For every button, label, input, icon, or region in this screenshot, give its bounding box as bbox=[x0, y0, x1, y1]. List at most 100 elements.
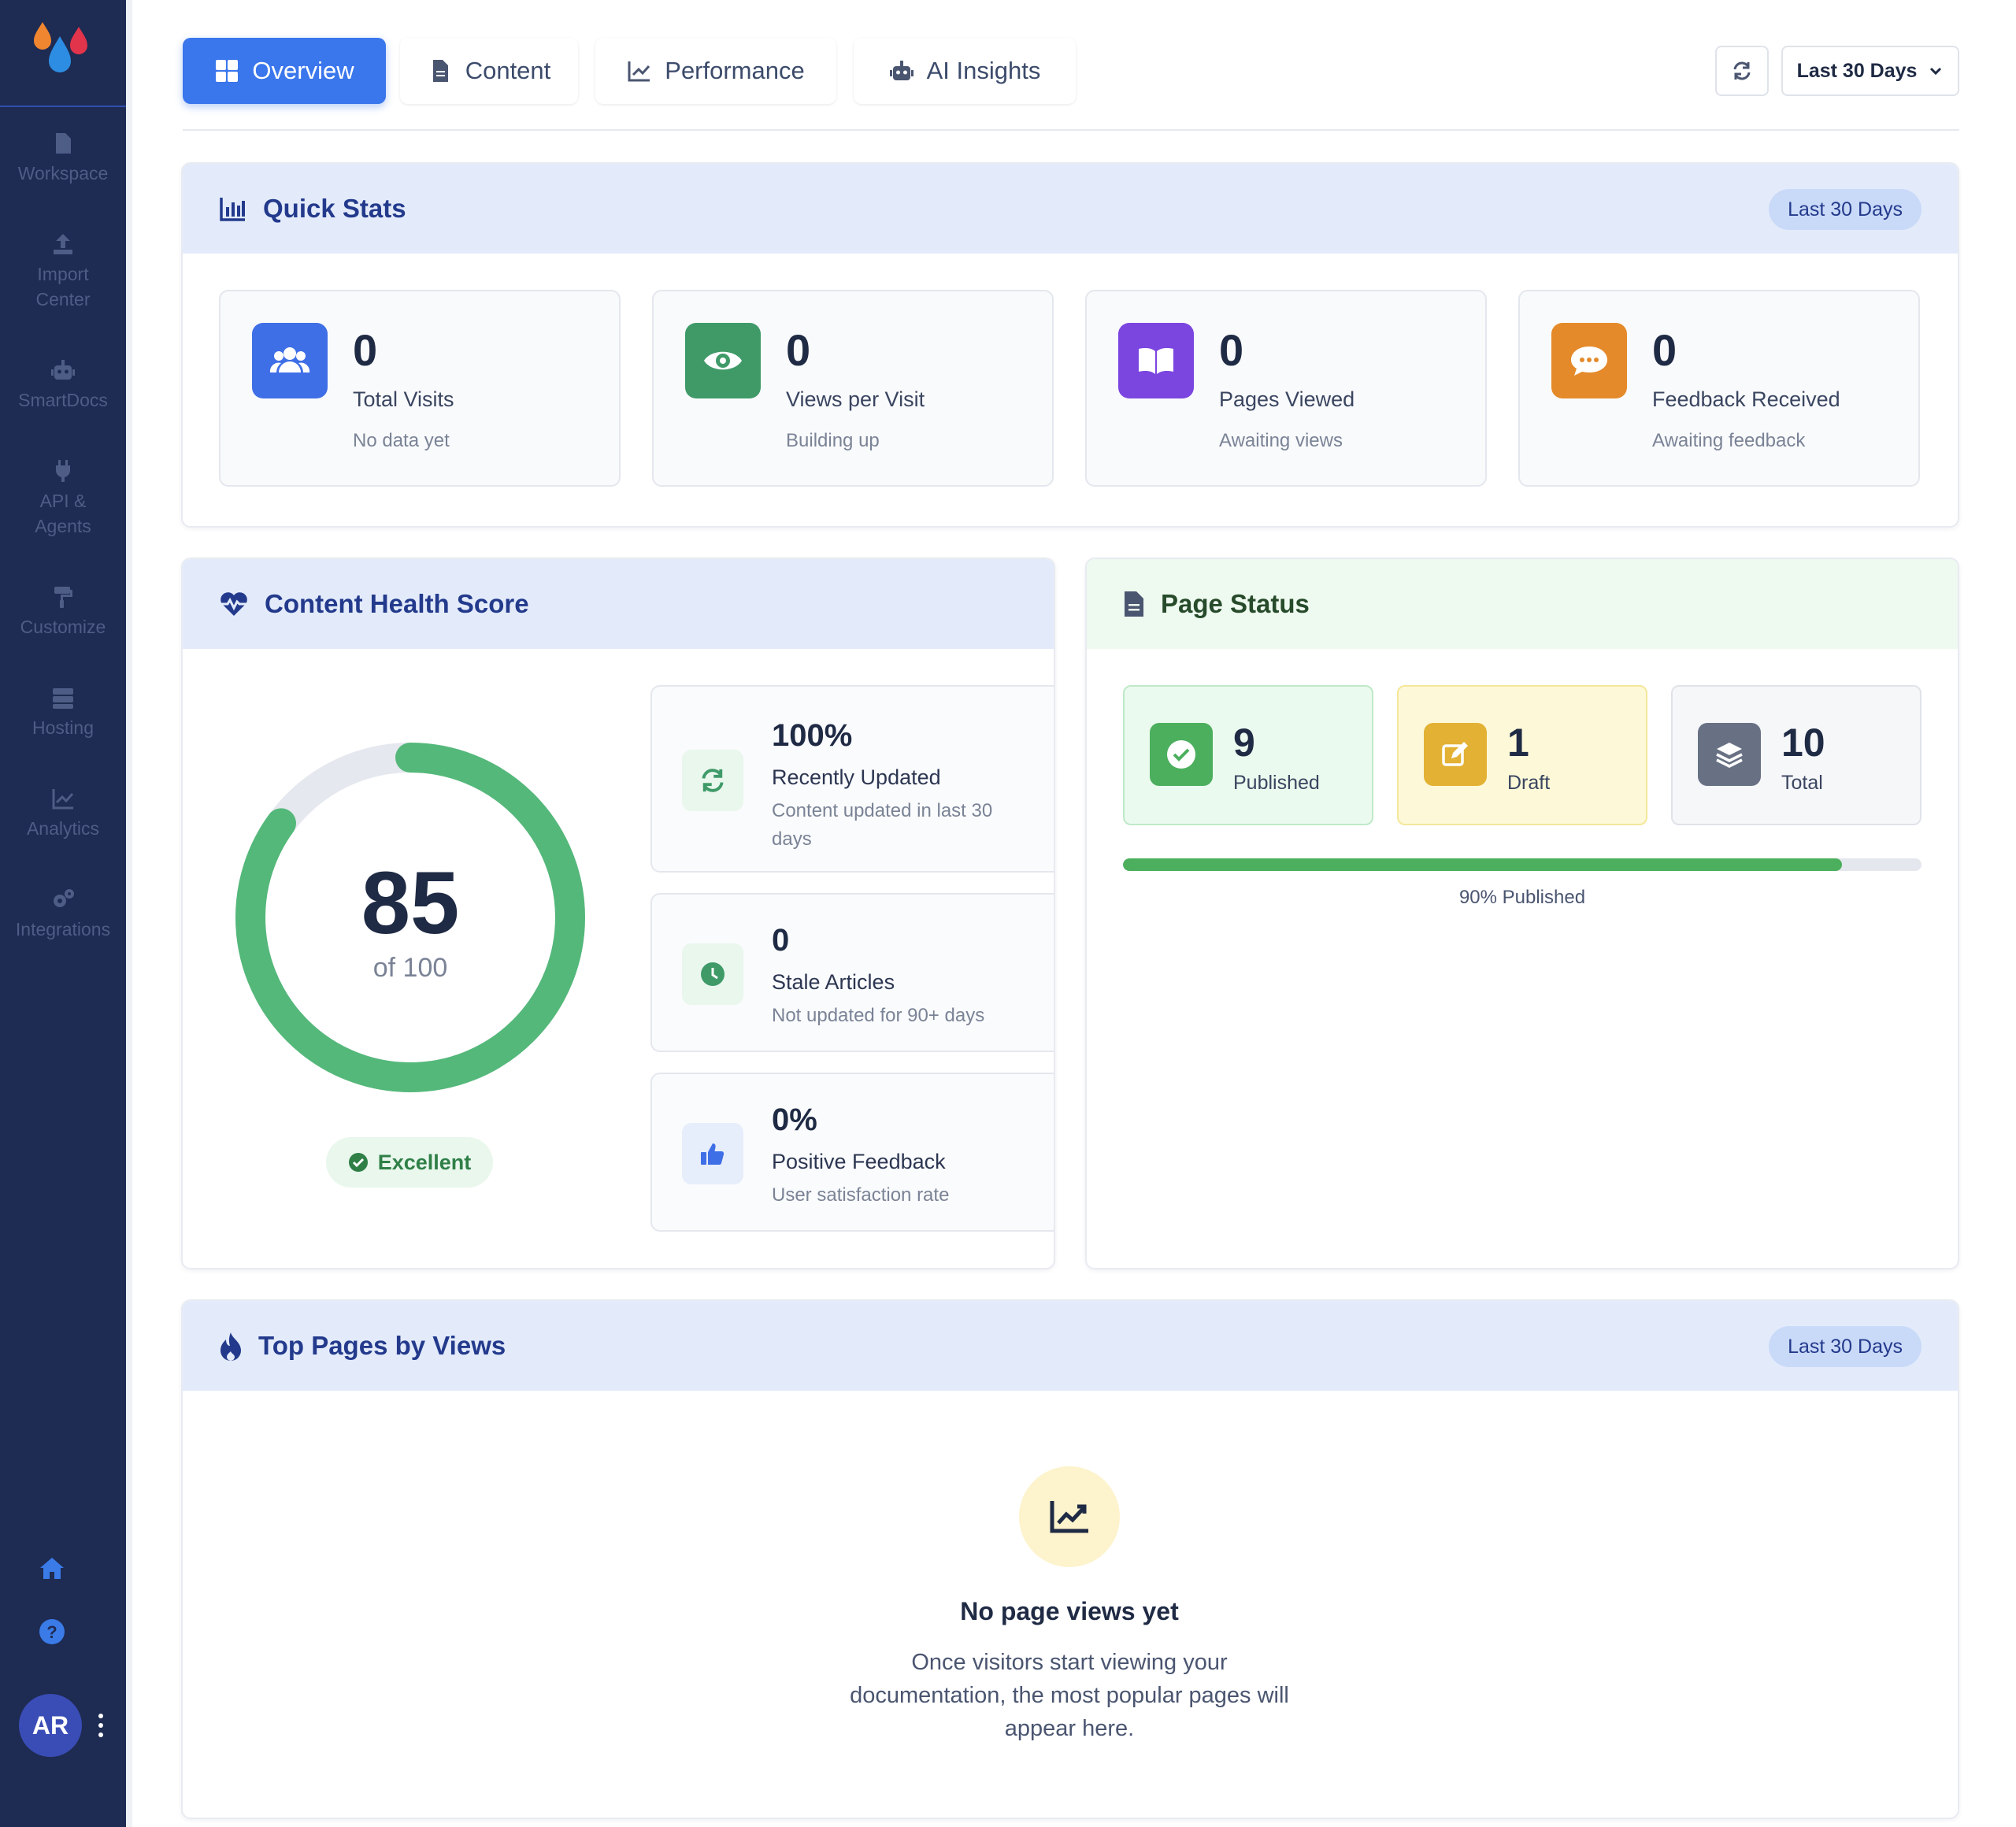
main-content: Overview Content Performance AI Insights… bbox=[132, 0, 2016, 1827]
page-status-title: Page Status bbox=[1161, 589, 1310, 618]
tab-overview[interactable]: Overview bbox=[183, 38, 386, 104]
metric-positive-feedback: 0% Positive Feedback User satisfaction r… bbox=[650, 1073, 1054, 1232]
plug-icon bbox=[55, 460, 71, 482]
sidebar-item-hosting[interactable]: Hosting bbox=[0, 685, 126, 740]
tab-label: Performance bbox=[665, 57, 805, 84]
quick-stats-header: Quick Stats bbox=[183, 164, 1958, 254]
tab-label: Overview bbox=[252, 57, 354, 84]
thumbs-up-icon bbox=[682, 1123, 743, 1184]
top-pages-panel: Top Pages by Views Last 30 Days No page … bbox=[181, 1299, 1959, 1819]
layers-icon bbox=[1698, 723, 1761, 786]
metric-value: 0 bbox=[772, 923, 790, 958]
stat-card-pages-viewed: 0 Pages Viewed Awaiting views bbox=[1085, 290, 1487, 487]
date-range-select[interactable]: Last 30 Days bbox=[1781, 46, 1959, 96]
page-status-panel: Page Status 9 Published 1 Draft 10 Total… bbox=[1085, 558, 1959, 1269]
tab-label: Content bbox=[465, 57, 551, 84]
robot-icon bbox=[889, 61, 914, 80]
stat-subtext: No data yet bbox=[353, 430, 450, 451]
metric-label: Recently Updated bbox=[772, 765, 941, 789]
edit-icon bbox=[1424, 723, 1487, 786]
document-icon bbox=[56, 133, 71, 154]
status-count: 1 bbox=[1507, 721, 1529, 765]
empty-state-title: No page views yet bbox=[960, 1597, 1179, 1625]
top-pages-title: Top Pages by Views bbox=[258, 1331, 506, 1360]
tab-performance[interactable]: Performance bbox=[595, 38, 836, 104]
health-status-badge: Excellent bbox=[326, 1137, 493, 1188]
check-circle-icon bbox=[348, 1153, 368, 1172]
sidebar-item-workspace[interactable]: Workspace bbox=[0, 131, 126, 186]
sidebar-item-smartdocs[interactable]: SmartDocs bbox=[0, 358, 126, 413]
sidebar-item-label: Hosting bbox=[32, 717, 94, 738]
top-pages-range-badge: Last 30 Days bbox=[1769, 1326, 1922, 1367]
quick-stats-range-badge: Last 30 Days bbox=[1769, 189, 1922, 230]
page-status-header: Page Status bbox=[1087, 559, 1958, 649]
quick-stats-title: Quick Stats bbox=[263, 194, 406, 223]
chart-line-icon bbox=[628, 61, 650, 82]
status-card-draft: 1 Draft bbox=[1397, 685, 1647, 825]
stat-label: Pages Viewed bbox=[1219, 387, 1355, 411]
metric-subtext: Content updated in last 30 days bbox=[772, 800, 993, 850]
metric-subtext: Not updated for 90+ days bbox=[772, 1005, 985, 1026]
content-health-title: Content Health Score bbox=[265, 589, 529, 618]
empty-state-text: Once visitors start viewing your documen… bbox=[850, 1650, 1289, 1741]
status-count: 9 bbox=[1233, 721, 1255, 765]
sidebar-item-integrations[interactable]: Integrations bbox=[0, 887, 126, 942]
grid-icon bbox=[216, 60, 239, 82]
avatar[interactable]: AR bbox=[19, 1694, 82, 1757]
tab-content[interactable]: Content bbox=[400, 38, 578, 104]
stat-subtext: Awaiting views bbox=[1219, 430, 1343, 451]
eye-icon bbox=[685, 323, 761, 398]
published-progress-fill bbox=[1123, 858, 1842, 871]
sidebar-item-label: Import Center bbox=[35, 264, 91, 309]
fire-icon bbox=[220, 1332, 241, 1361]
home-icon[interactable] bbox=[38, 1555, 66, 1583]
heartbeat-icon bbox=[220, 592, 247, 616]
sidebar-item-label: Analytics bbox=[26, 818, 100, 839]
chart-bar-icon bbox=[220, 198, 245, 221]
status-card-total: 10 Total bbox=[1671, 685, 1922, 825]
stat-label: Total Visits bbox=[353, 387, 454, 411]
content-health-panel: Content Health Score 85 of 100 Excellent… bbox=[181, 558, 1055, 1269]
stat-card-views-per-visit: 0 Views per Visit Building up bbox=[652, 290, 1054, 487]
book-open-icon bbox=[1118, 323, 1194, 398]
status-count: 10 bbox=[1781, 721, 1825, 765]
sidebar-divider bbox=[126, 0, 132, 1827]
top-pages-header: Top Pages by Views bbox=[183, 1301, 1958, 1391]
metric-stale-articles: 0 Stale Articles Not updated for 90+ day… bbox=[650, 893, 1054, 1052]
stat-subtext: Awaiting feedback bbox=[1652, 430, 1806, 451]
paint-roller-icon bbox=[54, 587, 72, 608]
sidebar-item-label: Workspace bbox=[17, 163, 109, 183]
sidebar-item-label: Customize bbox=[20, 617, 106, 637]
sidebar-item-import-center[interactable]: Import Center bbox=[0, 232, 126, 312]
chevron-down-icon bbox=[1930, 67, 1942, 76]
sidebar-item-api-agents[interactable]: API & Agents bbox=[0, 458, 126, 539]
stat-value: 0 bbox=[786, 325, 811, 375]
users-icon bbox=[252, 323, 328, 398]
status-card-published: 9 Published bbox=[1123, 685, 1373, 825]
refresh-button[interactable] bbox=[1715, 46, 1769, 96]
sidebar-item-analytics[interactable]: Analytics bbox=[0, 786, 126, 841]
sidebar: Workspace Import Center SmartDocs API & … bbox=[0, 0, 126, 1827]
metric-subtext: User satisfaction rate bbox=[772, 1184, 950, 1206]
status-label: Published bbox=[1233, 772, 1320, 794]
clock-icon bbox=[682, 943, 743, 1005]
drops-logo-icon bbox=[34, 22, 87, 72]
tab-ai-insights[interactable]: AI Insights bbox=[854, 38, 1076, 104]
date-range-label: Last 30 Days bbox=[1796, 59, 1918, 82]
document-icon bbox=[432, 60, 448, 82]
stat-label: Feedback Received bbox=[1652, 387, 1840, 411]
sidebar-item-customize[interactable]: Customize bbox=[0, 584, 126, 639]
health-score-value: 85 bbox=[361, 854, 460, 952]
comment-icon bbox=[1551, 323, 1627, 398]
sidebar-item-label: API & Agents bbox=[35, 491, 91, 536]
more-options-icon[interactable] bbox=[98, 1714, 104, 1737]
status-label: Total bbox=[1781, 772, 1823, 794]
stat-value: 0 bbox=[1219, 325, 1244, 375]
sidebar-item-label: SmartDocs bbox=[18, 390, 108, 410]
app-logo[interactable] bbox=[0, 0, 126, 107]
help-icon[interactable]: ? bbox=[38, 1618, 66, 1646]
stat-value: 0 bbox=[353, 325, 378, 375]
stat-card-total-visits: 0 Total Visits No data yet bbox=[219, 290, 621, 487]
health-score-max: of 100 bbox=[372, 953, 448, 983]
robot-icon bbox=[51, 360, 75, 380]
